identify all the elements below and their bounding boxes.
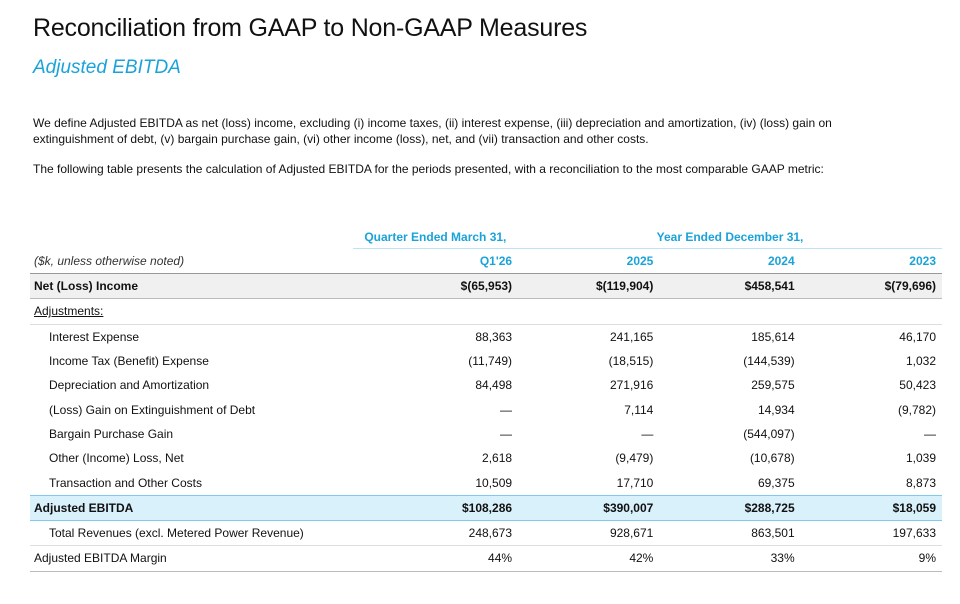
cell-value: $(65,953): [352, 273, 519, 300]
adjusted-ebitda-row: Adjusted EBITDA $108,286 $390,007 $288,7…: [30, 494, 942, 521]
row-label: Bargain Purchase Gain: [49, 426, 174, 441]
net-income-row: Net (Loss) Income $(65,953) $(119,904) $…: [30, 273, 942, 300]
quarter-group-header: Quarter Ended March 31,: [352, 226, 519, 249]
cell-value: 241,165: [609, 329, 654, 344]
row-label: Other (Income) Loss, Net: [49, 451, 184, 466]
cell-value: 9%: [800, 545, 942, 572]
cell-value: —: [500, 402, 513, 417]
cell-value: —: [500, 426, 513, 441]
table-row: Depreciation and Amortization 84,498 271…: [30, 373, 942, 397]
cell-value: 10,509: [475, 475, 513, 490]
column-header-q1-26: Q1'26: [352, 248, 519, 274]
cell-value: 197,633: [800, 520, 942, 547]
row-label: Transaction and Other Costs: [49, 475, 202, 490]
cell-value: —: [641, 426, 654, 441]
cell-value: 42%: [518, 545, 660, 572]
row-label: Net (Loss) Income: [30, 273, 353, 300]
cell-value: 44%: [352, 545, 519, 572]
cell-value: $288,725: [659, 494, 801, 521]
cell-value: (9,782): [897, 402, 936, 417]
cell-value: $18,059: [800, 494, 942, 521]
column-header-2025: 2025: [518, 248, 660, 274]
cell-value: (144,539): [743, 354, 795, 369]
period-group-header-row: Quarter Ended March 31, Year Ended Decem…: [30, 226, 942, 249]
definition-paragraph: We define Adjusted EBITDA as net (loss) …: [33, 116, 832, 146]
table-row: Transaction and Other Costs 10,509 17,71…: [30, 470, 942, 495]
cell-value: 33%: [659, 545, 801, 572]
unit-note: ($k, unless otherwise noted): [30, 248, 353, 274]
cell-value: 248,673: [352, 520, 519, 547]
table-row: Income Tax (Benefit) Expense (11,749) (1…: [30, 349, 942, 373]
cell-value: (9,479): [615, 451, 654, 466]
cell-value: 84,498: [475, 378, 513, 393]
page-subtitle: Adjusted EBITDA: [33, 57, 181, 78]
table-row: Other (Income) Loss, Net 2,618 (9,479) (…: [30, 446, 942, 470]
cell-value: $458,541: [659, 273, 801, 300]
table-row: Interest Expense 88,363 241,165 185,614 …: [30, 324, 942, 349]
cell-value: 46,170: [899, 329, 936, 344]
cell-value: $108,286: [352, 494, 519, 521]
cell-value: $(79,696): [800, 273, 942, 300]
cell-value: $(119,904): [518, 273, 660, 300]
row-label: (Loss) Gain on Extinguishment of Debt: [49, 402, 256, 417]
cell-value: 185,614: [751, 329, 795, 344]
column-header-row: ($k, unless otherwise noted) Q1'26 2025 …: [30, 248, 942, 274]
adjustments-label: Adjustments:: [34, 304, 104, 319]
table-row: Bargain Purchase Gain — — (544,097) —: [30, 422, 942, 446]
year-group-header: Year Ended December 31,: [518, 226, 942, 249]
cell-value: 863,501: [659, 520, 801, 547]
cell-value: 1,032: [905, 354, 936, 369]
adjustments-header-row: Adjustments:: [30, 298, 942, 325]
cell-value: (544,097): [743, 426, 795, 441]
cell-value: 14,934: [757, 402, 795, 417]
cell-value: 8,873: [905, 475, 936, 490]
row-label: Adjusted EBITDA: [30, 494, 353, 521]
cell-value: —: [924, 426, 936, 441]
cell-value: (10,678): [749, 451, 795, 466]
cell-value: 50,423: [899, 378, 936, 393]
cell-value: (11,749): [468, 354, 513, 369]
row-label: Total Revenues (excl. Metered Power Reve…: [30, 520, 353, 547]
ebitda-margin-row: Adjusted EBITDA Margin 44% 42% 33% 9%: [30, 545, 942, 572]
cell-value: 17,710: [616, 475, 654, 490]
total-revenues-row: Total Revenues (excl. Metered Power Reve…: [30, 520, 942, 547]
row-label: Adjusted EBITDA Margin: [30, 545, 353, 572]
table-intro-paragraph: The following table presents the calcula…: [33, 162, 824, 176]
column-header-2024: 2024: [659, 248, 801, 274]
cell-value: 69,375: [757, 475, 795, 490]
cell-value: 271,916: [609, 378, 654, 393]
row-label: Interest Expense: [49, 329, 140, 344]
cell-value: $390,007: [518, 494, 660, 521]
page-title: Reconciliation from GAAP to Non-GAAP Mea…: [33, 14, 588, 42]
row-label: Depreciation and Amortization: [49, 378, 210, 393]
row-label: Income Tax (Benefit) Expense: [49, 354, 209, 369]
cell-value: 7,114: [624, 402, 654, 417]
cell-value: 2,618: [482, 451, 513, 466]
column-header-2023: 2023: [800, 248, 942, 274]
cell-value: (18,515): [608, 354, 654, 369]
cell-value: 88,363: [475, 329, 513, 344]
cell-value: 1,039: [905, 451, 936, 466]
table-row: (Loss) Gain on Extinguishment of Debt — …: [30, 397, 942, 421]
reconciliation-table: Quarter Ended March 31, Year Ended Decem…: [30, 226, 942, 572]
cell-value: 259,575: [751, 378, 795, 393]
cell-value: 928,671: [518, 520, 660, 547]
